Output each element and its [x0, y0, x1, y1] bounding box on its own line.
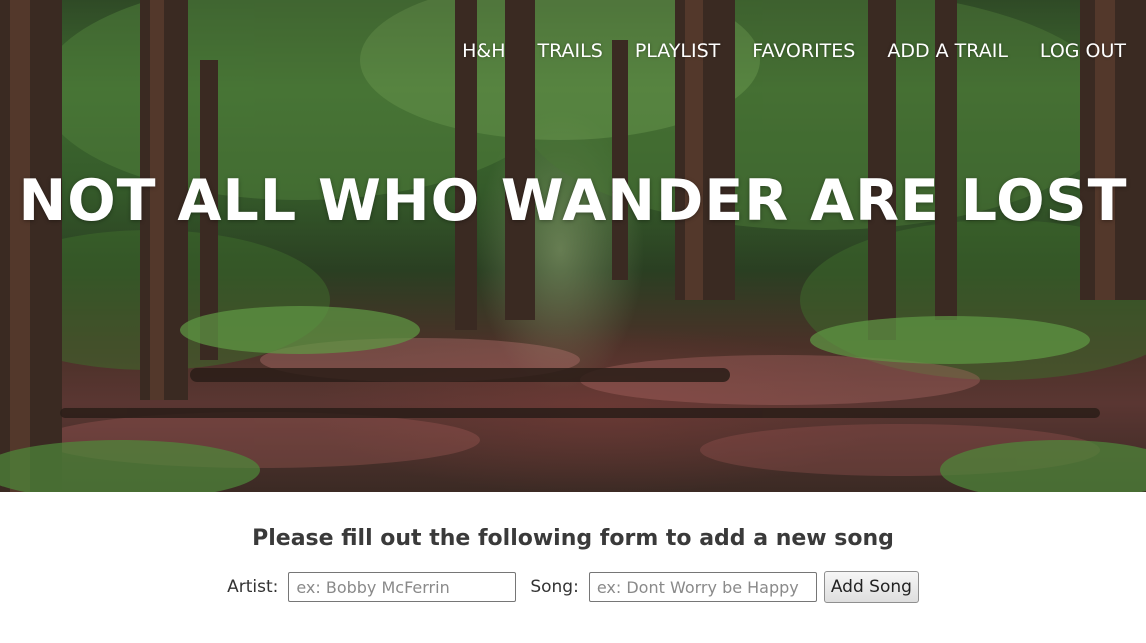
song-label: Song:	[530, 577, 579, 597]
forest-background-image	[0, 0, 1146, 492]
top-navigation: H&H TRAILS PLAYLIST FAVORITES ADD A TRAI…	[430, 40, 1126, 62]
song-input[interactable]	[588, 572, 817, 602]
hero-headline: NOT ALL WHO WANDER ARE LOST	[18, 168, 1128, 234]
add-song-button[interactable]: Add Song	[823, 571, 919, 603]
nav-link-favorites[interactable]: FAVORITES	[752, 40, 855, 62]
nav-link-trails[interactable]: TRAILS	[538, 40, 603, 62]
form-title: Please fill out the following form to ad…	[252, 526, 894, 551]
hero-banner: H&H TRAILS PLAYLIST FAVORITES ADD A TRAI…	[0, 0, 1146, 492]
nav-link-home[interactable]: H&H	[462, 40, 505, 62]
add-song-form: Please fill out the following form to ad…	[0, 492, 1146, 603]
artist-input[interactable]	[288, 572, 517, 602]
artist-label: Artist:	[227, 577, 279, 597]
nav-link-add-trail[interactable]: ADD A TRAIL	[887, 40, 1008, 62]
form-row: Artist: Song: Add Song	[0, 571, 1146, 603]
nav-link-log-out[interactable]: LOG OUT	[1040, 40, 1126, 62]
nav-link-playlist[interactable]: PLAYLIST	[635, 40, 720, 62]
